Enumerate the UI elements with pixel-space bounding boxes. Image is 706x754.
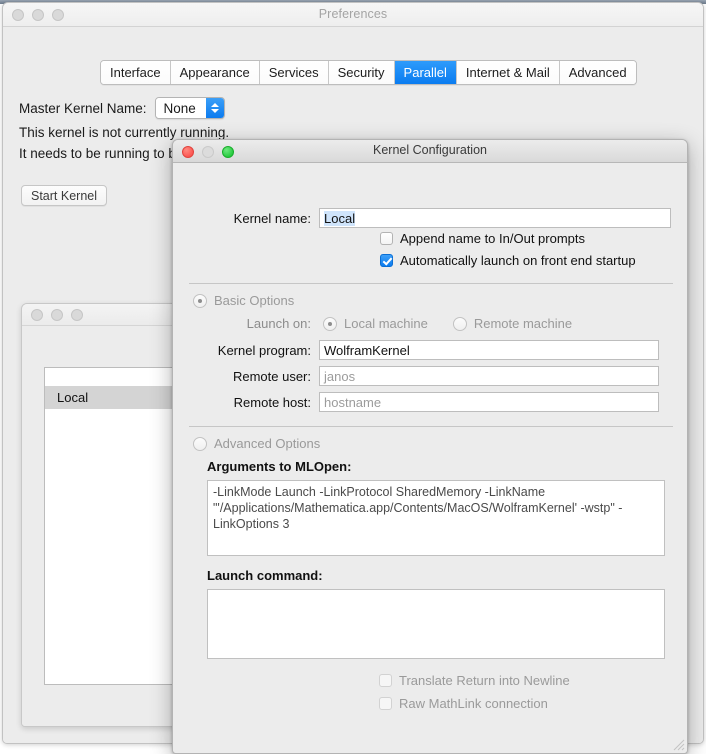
kernel-configuration-title: Kernel Configuration xyxy=(373,143,487,157)
tab-parallel[interactable]: Parallel xyxy=(394,61,457,84)
stepper-arrows-icon[interactable] xyxy=(205,98,224,118)
launch-local-label: Local machine xyxy=(344,316,428,331)
radio-selected-icon[interactable] xyxy=(193,293,207,308)
master-kernel-value: None xyxy=(155,98,206,118)
translate-return-checkbox-row[interactable]: Translate Return into Newline xyxy=(379,673,570,688)
remote-host-input[interactable]: hostname xyxy=(319,392,659,412)
basic-options-label: Basic Options xyxy=(214,293,295,308)
minimize-icon[interactable] xyxy=(51,309,63,321)
launch-remote-radio-row[interactable]: Remote machine xyxy=(452,316,573,331)
preferences-titlebar: Preferences xyxy=(3,3,703,27)
maximize-icon[interactable] xyxy=(71,309,83,321)
launch-remote-label: Remote machine xyxy=(473,316,573,331)
advanced-options-label: Advanced Options xyxy=(214,436,321,451)
checkbox-icon[interactable] xyxy=(379,674,392,687)
start-kernel-button[interactable]: Start Kernel xyxy=(21,185,108,206)
remote-user-row: Remote user: janos xyxy=(189,366,673,386)
auto-launch-label: Automatically launch on front end startu… xyxy=(400,253,636,268)
raw-mathlink-checkbox-row[interactable]: Raw MathLink connection xyxy=(379,696,548,711)
raw-mathlink-label: Raw MathLink connection xyxy=(399,696,548,711)
kernel-program-value: WolframKernel xyxy=(324,342,410,358)
kernel-program-input[interactable]: WolframKernel xyxy=(319,340,659,360)
remote-user-input[interactable]: janos xyxy=(319,366,659,386)
kernel-program-label: Kernel program: xyxy=(217,342,311,358)
launch-on-row: Launch on: Local machine Remote machine xyxy=(189,316,673,331)
radio-icon[interactable] xyxy=(193,436,207,451)
translate-return-label: Translate Return into Newline xyxy=(399,673,570,688)
radio-icon[interactable] xyxy=(452,316,467,331)
master-kernel-select[interactable]: None xyxy=(154,97,225,119)
kernel-configuration-body: Kernel name: Local Append name to In/Out… xyxy=(173,163,687,753)
master-kernel-row: Master Kernel Name: None xyxy=(19,97,225,119)
close-icon[interactable] xyxy=(31,309,43,321)
master-kernel-label: Master Kernel Name: xyxy=(19,100,147,116)
remote-user-placeholder: janos xyxy=(324,368,356,384)
launch-on-label: Launch on: xyxy=(246,316,311,331)
advanced-options-radio-row[interactable]: Advanced Options xyxy=(193,436,320,451)
launch-local-radio-row[interactable]: Local machine xyxy=(323,316,428,331)
kernel-configuration-titlebar: Kernel Configuration xyxy=(173,140,687,163)
kernel-configuration-dialog: Kernel Configuration Kernel name: Local … xyxy=(172,139,688,754)
remote-host-placeholder: hostname xyxy=(324,394,382,410)
kernel-name-row: Kernel name: Local xyxy=(189,208,673,228)
checkbox-icon[interactable] xyxy=(380,232,393,245)
arguments-label: Arguments to MLOpen: xyxy=(207,459,352,474)
checkbox-icon[interactable] xyxy=(379,697,392,710)
remote-user-label: Remote user: xyxy=(232,368,311,384)
kernel-program-row: Kernel program: WolframKernel xyxy=(189,340,673,360)
kernel-name-value: Local xyxy=(324,210,356,226)
append-name-label: Append name to In/Out prompts xyxy=(400,231,585,246)
preferences-window-title: Preferences xyxy=(318,7,388,21)
chevron-up-icon xyxy=(210,103,219,107)
arguments-textarea[interactable]: -LinkMode Launch -LinkProtocol SharedMem… xyxy=(207,480,665,556)
basic-options-radio-row[interactable]: Basic Options xyxy=(193,293,294,308)
remote-host-label: Remote host: xyxy=(233,394,311,410)
checkbox-checked-icon[interactable] xyxy=(380,254,393,267)
tab-internet-and-mail[interactable]: Internet & Mail xyxy=(456,61,560,84)
resize-grip-icon[interactable] xyxy=(672,738,685,751)
chevron-down-icon xyxy=(210,109,219,113)
auto-launch-checkbox-row[interactable]: Automatically launch on front end startu… xyxy=(380,253,636,268)
screen: Preferences Interface Appearance Service… xyxy=(0,0,706,754)
kernel-name-input[interactable]: Local xyxy=(319,208,671,228)
radio-selected-icon[interactable] xyxy=(323,316,337,331)
launch-command-label: Launch command: xyxy=(207,568,323,583)
kernel-status-line-1: This kernel is not currently running. xyxy=(19,125,230,140)
tab-security[interactable]: Security xyxy=(328,61,395,84)
tab-advanced[interactable]: Advanced xyxy=(559,61,636,84)
append-name-checkbox-row[interactable]: Append name to In/Out prompts xyxy=(380,231,585,246)
tab-interface[interactable]: Interface xyxy=(101,61,171,84)
kernel-name-label: Kernel name: xyxy=(233,210,311,226)
preferences-tabbar[interactable]: Interface Appearance Services Security P… xyxy=(100,60,637,85)
launch-command-textarea[interactable] xyxy=(207,589,665,659)
remote-host-row: Remote host: hostname xyxy=(189,392,673,412)
tab-services[interactable]: Services xyxy=(259,61,329,84)
divider-basic xyxy=(189,283,673,284)
kernel-list-window-controls[interactable] xyxy=(31,309,83,321)
divider-advanced xyxy=(189,426,673,427)
tab-appearance[interactable]: Appearance xyxy=(170,61,260,84)
